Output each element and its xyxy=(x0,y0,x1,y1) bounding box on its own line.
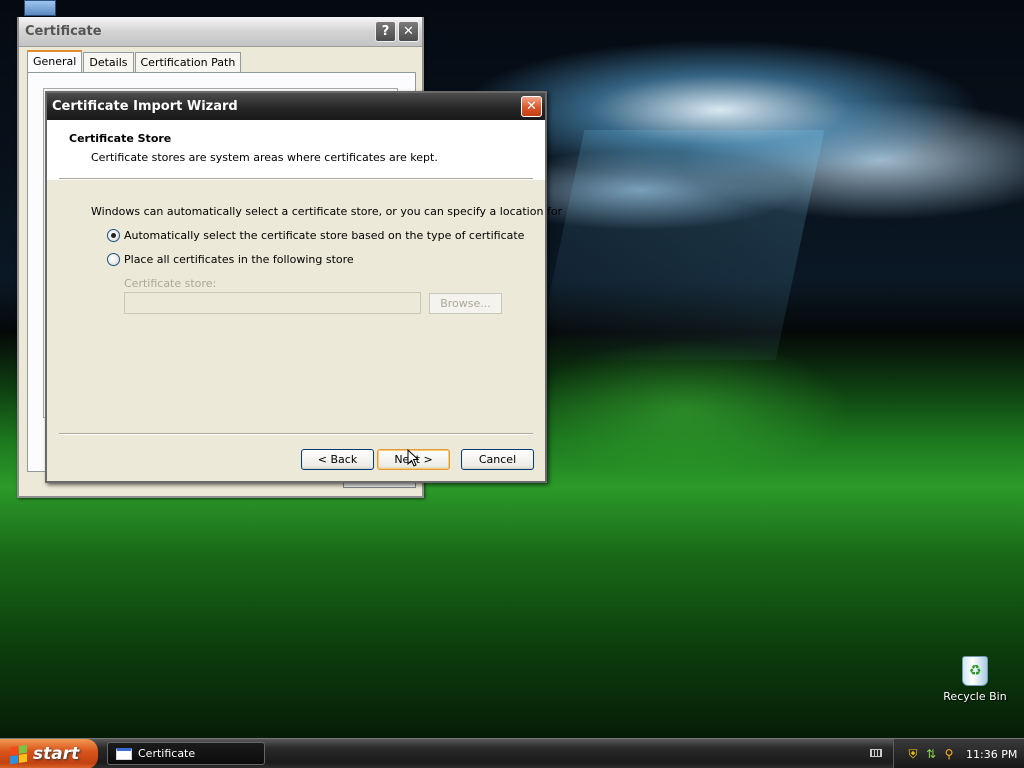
tab-details[interactable]: Details xyxy=(83,52,134,72)
tab-general[interactable]: General xyxy=(27,50,83,72)
back-button[interactable]: < Back xyxy=(301,449,374,470)
radio-place-in-store[interactable]: Place all certificates in the following … xyxy=(107,253,354,266)
search-icon[interactable]: ⚲ xyxy=(942,747,956,761)
wizard-header-subtitle: Certificate stores are system areas wher… xyxy=(91,151,438,164)
wizard-header-title: Certificate Store xyxy=(69,132,172,145)
recycle-bin-desktop-icon[interactable]: ♻ Recycle Bin xyxy=(940,656,1010,703)
wizard-title: Certificate Import Wizard xyxy=(52,99,238,114)
tab-certification-path[interactable]: Certification Path xyxy=(134,52,242,72)
radio-place-label: Place all certificates in the following … xyxy=(124,253,354,266)
wizard-intro-text: Windows can automatically select a certi… xyxy=(91,205,563,218)
radio-auto-select[interactable]: Automatically select the certificate sto… xyxy=(107,229,524,242)
radio-place-indicator[interactable] xyxy=(107,253,120,266)
security-shield-icon[interactable]: ⛨ xyxy=(906,747,920,761)
window-icon xyxy=(116,747,132,760)
certificate-title-bar[interactable]: Certificate ? ✕ xyxy=(19,17,422,47)
wallpaper-light xyxy=(535,130,825,360)
wizard-close-button[interactable]: ✕ xyxy=(521,96,542,117)
certificate-store-label: Certificate store: xyxy=(124,277,217,290)
taskbar: start Certificate ⛨ ⇅ ⚲ 11:36 PM xyxy=(0,738,1024,768)
computer-icon xyxy=(24,0,56,16)
taskbar-item-certificate[interactable]: Certificate xyxy=(107,742,265,765)
system-tray: ⛨ ⇅ ⚲ 11:36 PM xyxy=(893,739,1024,768)
wizard-header: Certificate Store Certificate stores are… xyxy=(47,120,545,180)
wallpaper-field xyxy=(520,340,850,480)
recycle-bin-label: Recycle Bin xyxy=(943,690,1007,703)
radio-auto-indicator[interactable] xyxy=(107,229,120,242)
start-label: start xyxy=(33,744,80,764)
certificate-window-title: Certificate xyxy=(25,24,102,39)
taskbar-item-label: Certificate xyxy=(138,747,196,760)
close-button[interactable]: ✕ xyxy=(398,21,419,42)
certificate-tabs: General Details Certification Path xyxy=(27,50,242,72)
clock[interactable]: 11:36 PM xyxy=(966,748,1017,761)
footer-separator xyxy=(59,433,533,435)
header-separator xyxy=(59,178,533,180)
help-button[interactable]: ? xyxy=(375,21,396,42)
start-button[interactable]: start xyxy=(0,739,98,768)
keyboard-icon[interactable] xyxy=(870,749,882,757)
certificate-store-field xyxy=(124,292,421,314)
cancel-button[interactable]: Cancel xyxy=(461,449,534,470)
recycle-bin-icon: ♻ xyxy=(962,656,988,686)
browse-button: Browse... xyxy=(429,293,502,314)
windows-flag-icon xyxy=(10,744,27,764)
wizard-title-bar[interactable]: Certificate Import Wizard ✕ xyxy=(47,93,545,120)
network-icon[interactable]: ⇅ xyxy=(924,747,938,761)
radio-auto-label: Automatically select the certificate sto… xyxy=(124,229,525,242)
mouse-cursor-icon xyxy=(407,449,419,467)
certificate-import-wizard: Certificate Import Wizard ✕ Certificate … xyxy=(45,91,562,483)
